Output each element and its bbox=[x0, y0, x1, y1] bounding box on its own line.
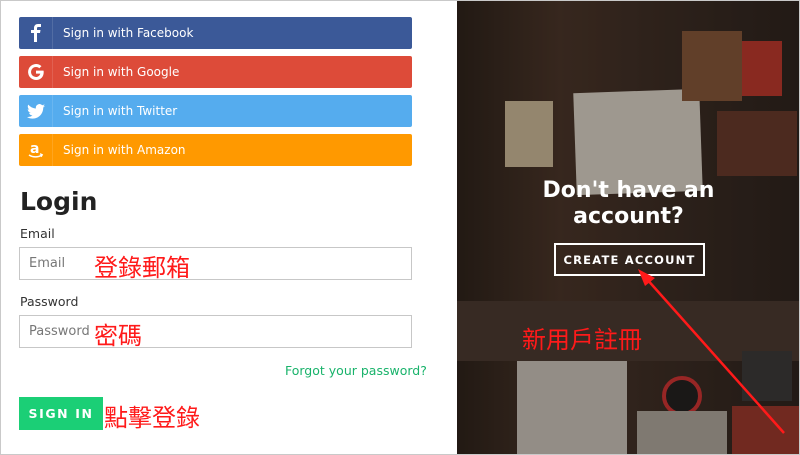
login-panel: Sign in with Facebook Sign in with Googl… bbox=[0, 0, 457, 455]
google-signin-label: Sign in with Google bbox=[63, 65, 180, 79]
email-annotation: 登錄郵箱 bbox=[94, 254, 190, 282]
twitter-icon bbox=[19, 95, 53, 127]
amazon-icon: a bbox=[19, 134, 53, 166]
amazon-signin-button[interactable]: a Sign in with Amazon bbox=[19, 134, 412, 166]
password-label: Password bbox=[20, 294, 79, 309]
email-label: Email bbox=[20, 226, 55, 241]
google-signin-button[interactable]: Sign in with Google bbox=[19, 56, 412, 88]
login-heading: Login bbox=[20, 187, 98, 216]
amazon-signin-label: Sign in with Amazon bbox=[63, 143, 186, 157]
password-input[interactable] bbox=[19, 315, 412, 348]
register-annotation: 新用戶註冊 bbox=[522, 326, 642, 354]
signup-panel: Don't have an account? CREATE ACCOUNT bbox=[457, 0, 800, 455]
email-input[interactable] bbox=[19, 247, 412, 280]
password-annotation: 密碼 bbox=[94, 322, 142, 350]
twitter-signin-label: Sign in with Twitter bbox=[63, 104, 178, 118]
google-icon bbox=[19, 56, 53, 88]
sign-in-button[interactable]: SIGN IN bbox=[19, 397, 103, 430]
facebook-signin-button[interactable]: Sign in with Facebook bbox=[19, 17, 412, 49]
svg-text:a: a bbox=[30, 141, 39, 157]
forgot-password-link[interactable]: Forgot your password? bbox=[285, 363, 427, 378]
annotation-arrow-icon bbox=[638, 269, 785, 434]
twitter-signin-button[interactable]: Sign in with Twitter bbox=[19, 95, 412, 127]
sign-in-annotation: 點擊登錄 bbox=[104, 404, 200, 432]
facebook-icon bbox=[19, 17, 53, 49]
facebook-signin-label: Sign in with Facebook bbox=[63, 26, 194, 40]
